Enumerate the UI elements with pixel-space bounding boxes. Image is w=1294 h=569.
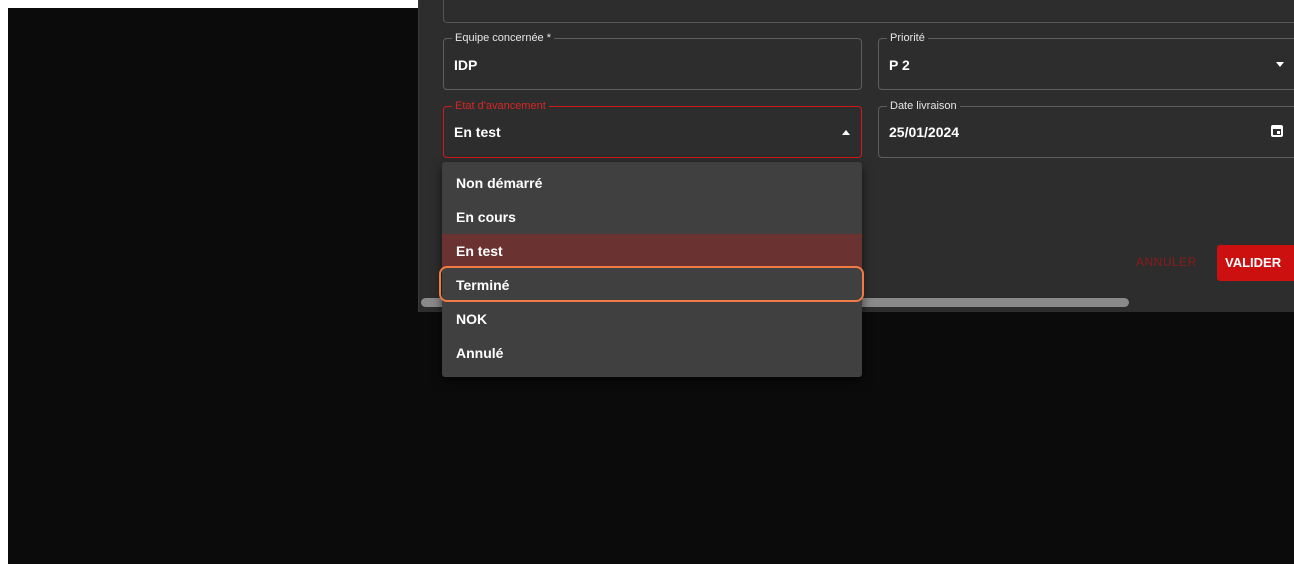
equipe-value: IDP [454, 57, 478, 73]
option-annule[interactable]: Annulé [442, 336, 862, 370]
priorite-label: Priorité [887, 31, 928, 45]
option-non-demarre[interactable]: Non démarré [442, 166, 862, 200]
date-livraison-value: 25/01/2024 [889, 124, 960, 140]
priorite-select[interactable]: Priorité P 2 [878, 31, 1294, 90]
submit-button[interactable]: VALIDER [1217, 245, 1294, 281]
etat-select[interactable]: Etat d'avancement En test [443, 99, 862, 158]
calendar-icon[interactable] [1271, 125, 1283, 137]
equipe-field[interactable]: Equipe concernée * IDP [443, 31, 862, 90]
option-nok[interactable]: NOK [442, 302, 862, 336]
option-en-test[interactable]: En test [442, 234, 862, 268]
priorite-value: P 2 [889, 57, 910, 73]
date-livraison-label: Date livraison [887, 99, 960, 113]
chevron-down-icon[interactable] [1276, 62, 1284, 67]
option-en-cours[interactable]: En cours [442, 200, 862, 234]
etat-label: Etat d'avancement [452, 99, 549, 113]
etat-value: En test [454, 124, 501, 140]
cancel-button[interactable]: ANNULER [1136, 255, 1197, 269]
equipe-label: Equipe concernée * [452, 31, 555, 45]
chevron-up-icon[interactable] [842, 130, 850, 135]
top-field-partial[interactable] [443, 0, 1294, 23]
date-livraison-field[interactable]: Date livraison 25/01/2024 [878, 99, 1294, 158]
highlight-ring [439, 266, 864, 302]
